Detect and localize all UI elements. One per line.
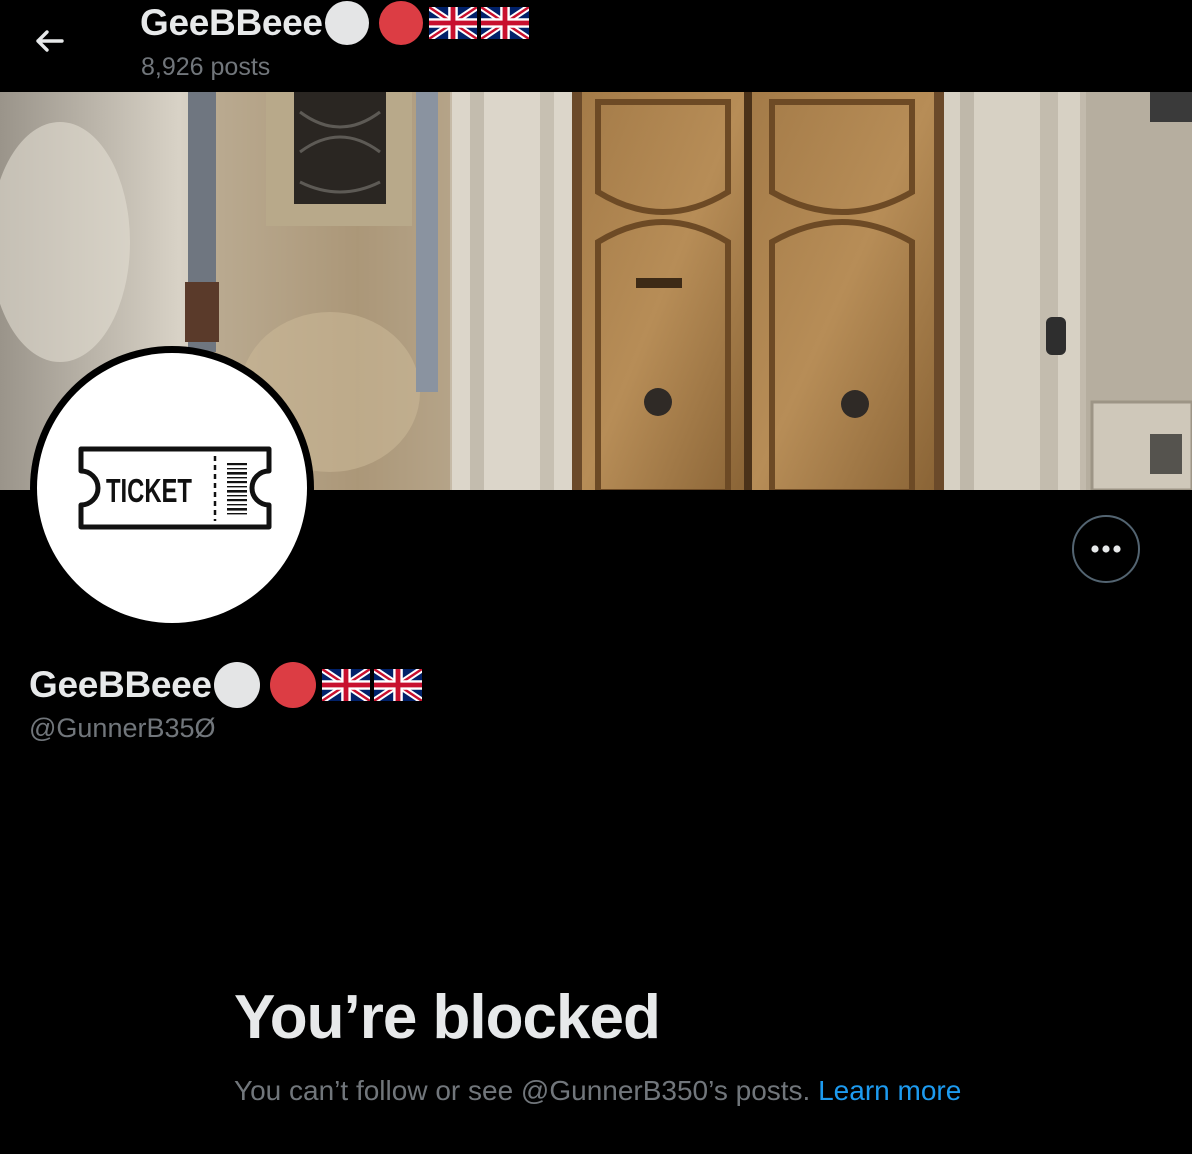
red-circle-emoji: [378, 1, 423, 45]
white-circle-emoji: [324, 1, 369, 45]
uk-flag-emoji: [374, 669, 422, 701]
post-count: 8,926 posts: [141, 53, 271, 81]
avatar-image: TICKET: [37, 353, 307, 623]
blocked-title: You’re blocked: [234, 983, 661, 1052]
header-emoji-group: [324, 1, 529, 45]
profile-handle: @GunnerB35Ø: [29, 713, 216, 743]
ticket-label: TICKET: [106, 471, 192, 509]
profile-avatar[interactable]: TICKET: [30, 346, 314, 630]
back-button[interactable]: [28, 20, 70, 62]
header-title: GeeBBeee: [140, 1, 529, 45]
more-options-button[interactable]: [1072, 515, 1140, 583]
header-display-name: GeeBBeee: [140, 2, 323, 43]
white-circle-emoji: [213, 662, 260, 708]
top-header: GeeBBeee 8,926 posts: [0, 0, 1192, 92]
blocked-message-block: You can’t follow or see @GunnerB350’s po…: [234, 1071, 974, 1111]
ticket-icon: TICKET: [78, 446, 272, 530]
profile-name-row: GeeBBeee: [29, 660, 422, 710]
learn-more-link[interactable]: Learn more: [818, 1075, 961, 1106]
red-circle-emoji: [269, 662, 316, 708]
blocked-message: You can’t follow or see @GunnerB350’s po…: [234, 1075, 811, 1106]
more-options-icon: [1091, 545, 1121, 553]
back-arrow-icon: [36, 30, 64, 52]
profile-display-name: GeeBBeee: [29, 664, 212, 705]
uk-flag-emoji: [429, 7, 477, 39]
uk-flag-emoji: [322, 669, 370, 701]
uk-flag-emoji: [481, 7, 529, 39]
profile-emoji-group: [213, 662, 422, 708]
